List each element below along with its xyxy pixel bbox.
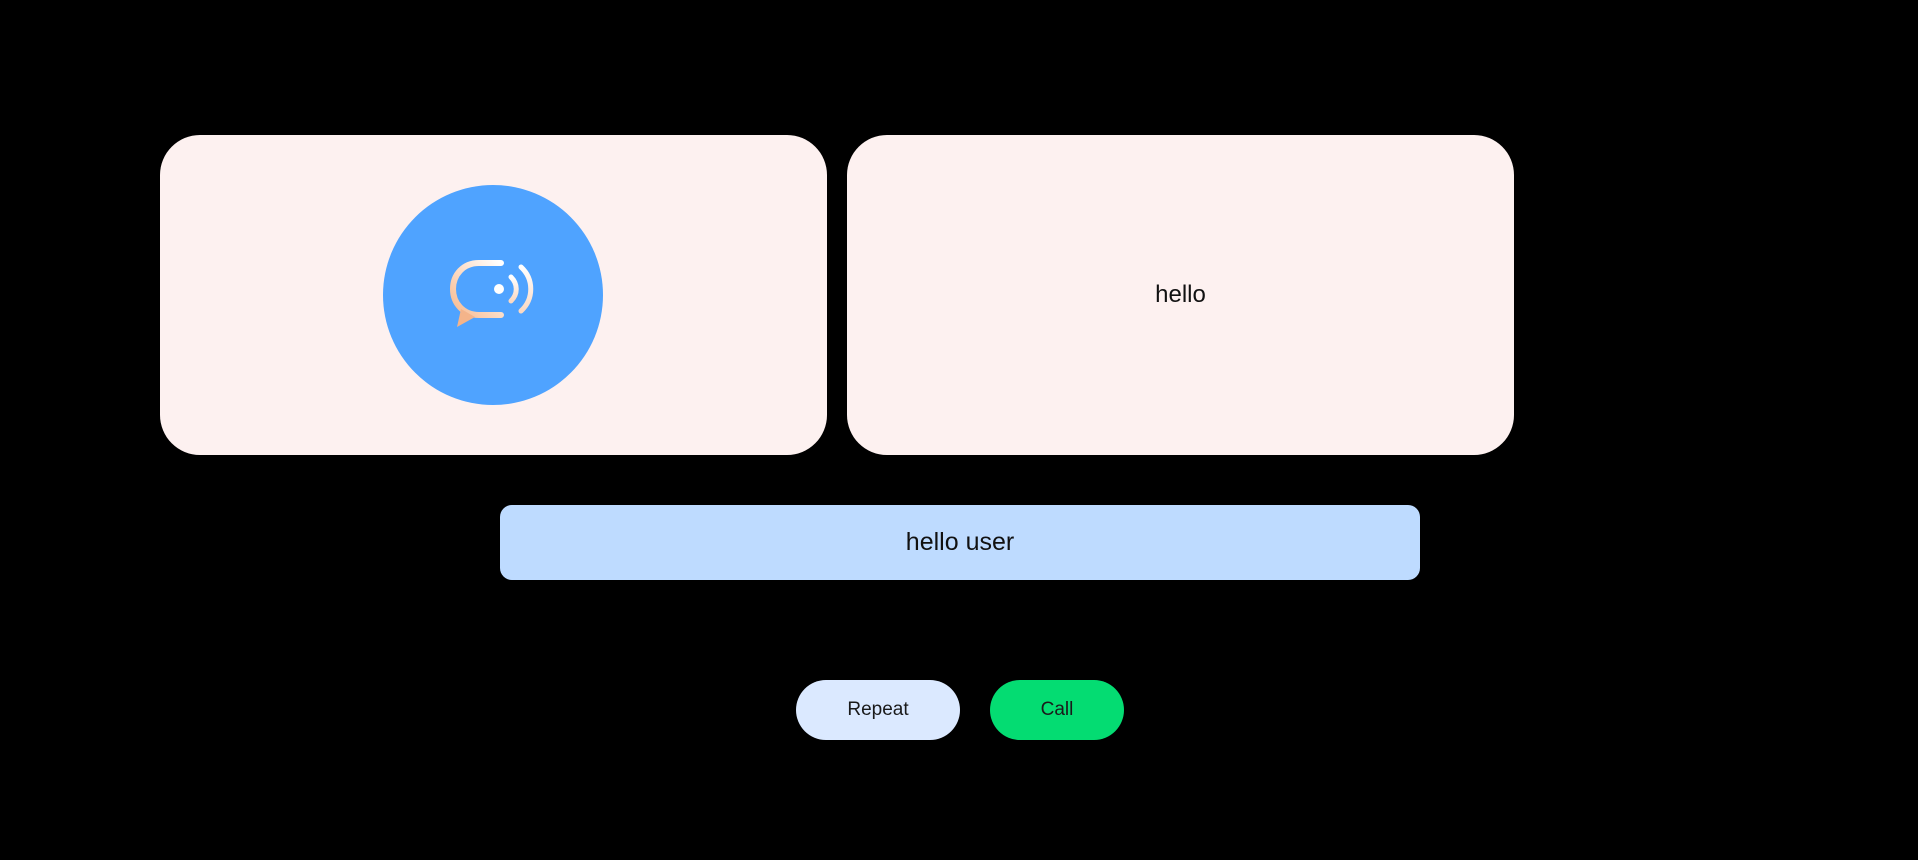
- call-button[interactable]: Call: [990, 680, 1124, 740]
- app-stage: hello hello user Repeat Call: [0, 0, 1918, 860]
- repeat-button[interactable]: Repeat: [796, 680, 960, 740]
- user-message: hello: [1155, 281, 1206, 308]
- chat-voice-icon: [449, 260, 534, 327]
- assistant-avatar: [383, 185, 603, 405]
- user-card: hello: [847, 135, 1514, 455]
- response-banner: hello user: [500, 505, 1420, 580]
- assistant-card: [160, 135, 827, 455]
